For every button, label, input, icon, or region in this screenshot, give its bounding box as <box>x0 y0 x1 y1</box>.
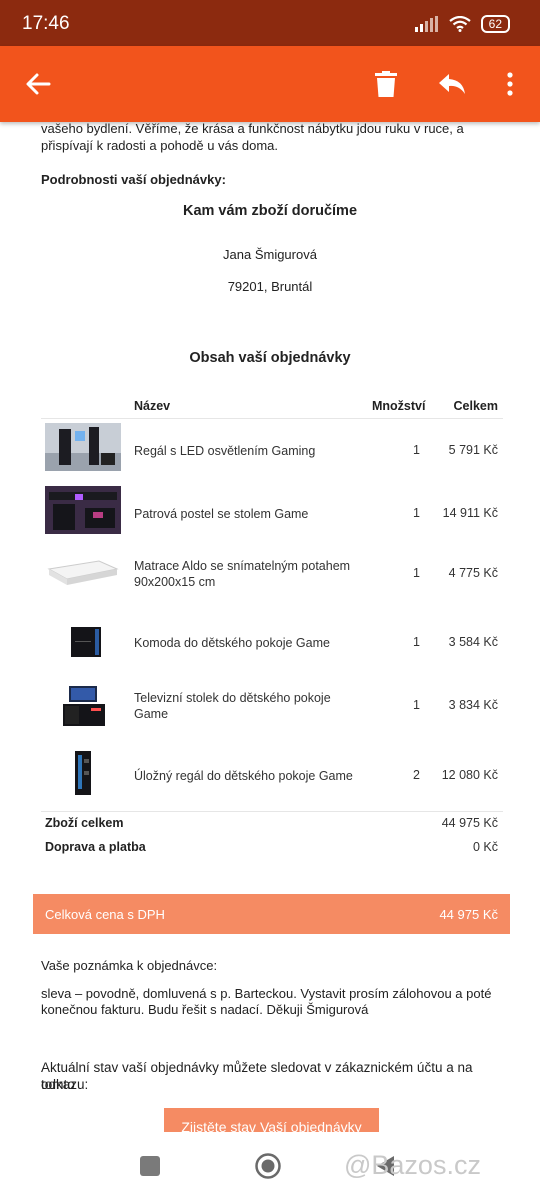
grand-total-label: Celková cena s DPH <box>45 907 165 922</box>
status-time: 17:46 <box>22 13 70 34</box>
product-total: 3 834 Kč <box>448 698 498 712</box>
table-footer-divider <box>41 811 503 812</box>
status-icons: 62 <box>414 14 510 34</box>
product-quantity: 2 <box>413 768 420 782</box>
product-quantity: 1 <box>413 506 420 520</box>
product-quantity: 1 <box>413 698 420 712</box>
table-row: Komoda do dětského pokoje Game 1 3 584 K… <box>41 615 503 675</box>
grand-total-value: 44 975 Kč <box>439 907 498 922</box>
table-row: Regál s LED osvětlením Gaming 1 5 791 Kč <box>41 423 503 483</box>
delete-button[interactable] <box>370 68 402 100</box>
column-header-total: Celkem <box>453 399 498 413</box>
goods-total-label: Zboží celkem <box>45 816 124 830</box>
signal-icon <box>414 16 438 32</box>
product-quantity: 1 <box>413 566 420 580</box>
arrow-left-icon <box>26 73 51 95</box>
reply-icon <box>439 74 465 94</box>
product-name: Matrace Aldo se snímatelným potahem 90x2… <box>134 559 351 589</box>
navigation-bar: @Bazos.cz <box>0 1132 540 1200</box>
app-bar <box>0 46 540 122</box>
note-line-2: konečnou fakturu. Budu řešit s nadací. D… <box>41 1002 369 1017</box>
wifi-icon <box>448 16 471 32</box>
table-row: Úložný regál do dětského pokoje Game 2 1… <box>41 749 503 809</box>
product-image <box>45 423 121 471</box>
shipping-value: 0 Kč <box>472 840 498 854</box>
table-header-divider <box>41 418 503 419</box>
reply-button[interactable] <box>436 68 468 100</box>
trash-icon <box>375 71 397 97</box>
table-row: Matrace Aldo se snímatelným potahem 90x2… <box>41 549 503 609</box>
delivery-name: Jana Šmigurová <box>223 247 317 262</box>
product-name: Komoda do dětského pokoje Game <box>134 636 330 650</box>
delivery-city: 79201, Bruntál <box>227 279 313 294</box>
product-name: Úložný regál do dětského pokoje Game <box>134 769 353 783</box>
product-name: Patrová postel se stolem Game <box>134 507 309 521</box>
table-row: Televizní stolek do dětského pokoje Game… <box>41 682 503 742</box>
product-image <box>45 486 121 534</box>
home-button[interactable] <box>254 1152 282 1180</box>
product-total: 4 775 Kč <box>448 566 498 580</box>
status-bar: 17:46 62 <box>0 0 540 46</box>
column-header-quantity: Množství <box>372 399 426 413</box>
product-quantity: 1 <box>413 443 420 457</box>
intro-line-1: vašeho bydlení. Věříme, že krása a funkč… <box>41 122 464 136</box>
column-header-name: Název <box>134 399 171 413</box>
product-total: 5 791 Kč <box>448 443 498 457</box>
check-order-status-button[interactable]: Zjistěte stav Vaší objednávky <box>164 1108 379 1132</box>
email-body: vašeho bydlení. Věříme, že krása a funkč… <box>0 122 540 1132</box>
note-line-1: sleva – povodně, domluvená s p. Bartecko… <box>41 986 492 1001</box>
product-total: 14 911 Kč <box>442 506 498 520</box>
delivery-heading: Kam vám zboží doručíme <box>182 203 358 219</box>
product-quantity: 1 <box>413 635 420 649</box>
battery-indicator: 62 <box>480 15 510 33</box>
product-image <box>63 686 105 726</box>
more-vert-icon <box>507 72 513 96</box>
goods-total-value: 44 975 Kč <box>441 816 498 830</box>
recents-button[interactable] <box>140 1156 160 1176</box>
product-image <box>47 560 119 585</box>
product-name: Televizní stolek do dětského pokoje Game <box>134 691 331 721</box>
order-status-line-2: odkazu: <box>41 1077 89 1092</box>
product-image <box>75 751 91 795</box>
watermark: @Bazos.cz <box>344 1150 481 1180</box>
shipping-label: Doprava a platba <box>45 840 146 854</box>
more-options-button[interactable] <box>494 68 526 100</box>
order-contents-heading: Obsah vaší objednávky <box>189 350 351 366</box>
product-total: 12 080 Kč <box>441 768 498 782</box>
product-name: Regál s LED osvětlením Gaming <box>134 444 316 458</box>
note-label: Vaše poznámka k objednávce: <box>41 958 218 973</box>
grand-total-bar: Celková cena s DPH 44 975 Kč <box>33 894 510 934</box>
product-total: 3 584 Kč <box>448 635 498 649</box>
table-row: Patrová postel se stolem Game 1 14 911 K… <box>41 486 503 546</box>
intro-line-2: přispívají k radosti a pohodě u vás doma… <box>41 138 279 153</box>
product-image <box>71 627 101 657</box>
order-details-heading: Podrobnosti vaší objednávky: <box>41 172 226 187</box>
back-button[interactable] <box>22 68 54 100</box>
